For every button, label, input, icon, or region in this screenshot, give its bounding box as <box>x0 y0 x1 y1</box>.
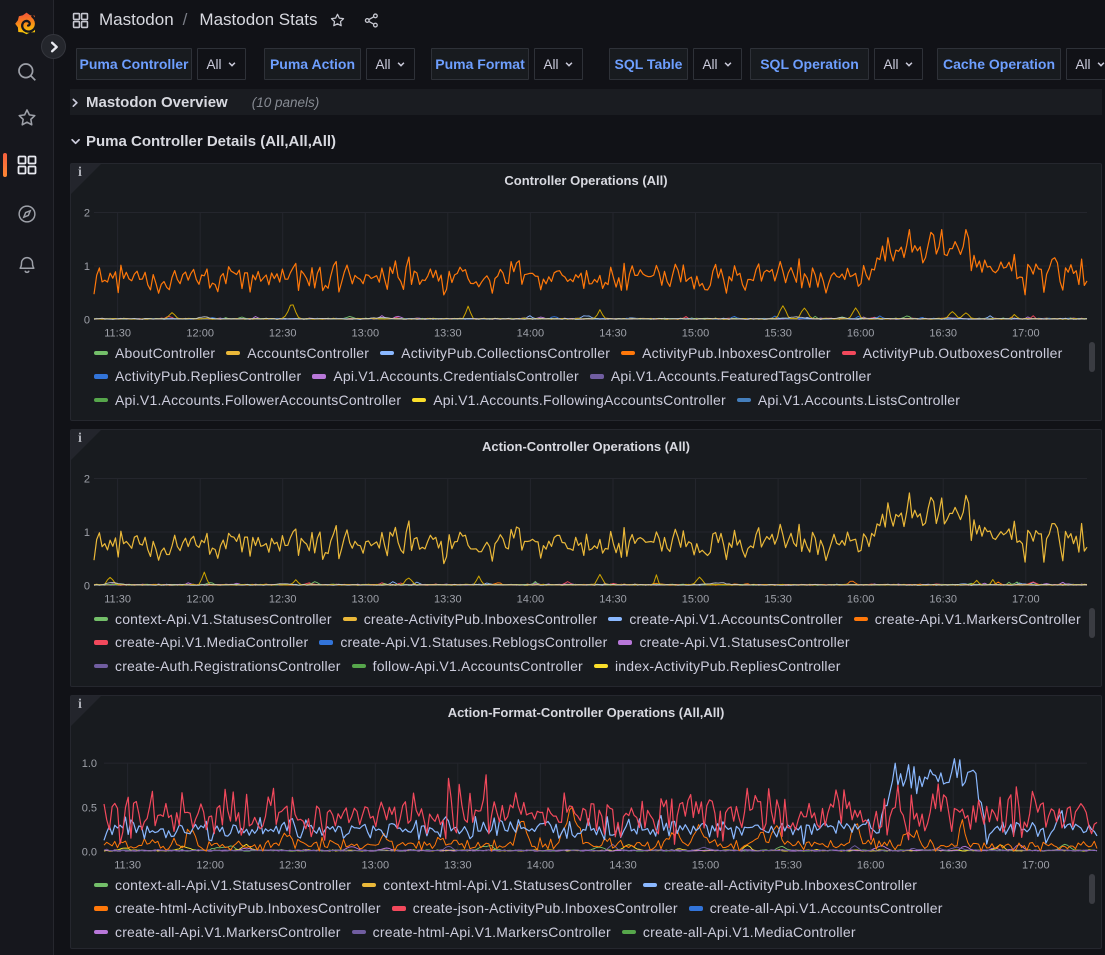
svg-text:16:00: 16:00 <box>857 860 885 872</box>
svg-text:17:00: 17:00 <box>1012 594 1040 606</box>
svg-text:0: 0 <box>84 315 90 327</box>
svg-text:1.0: 1.0 <box>82 758 97 770</box>
svg-text:13:00: 13:00 <box>352 594 380 606</box>
svg-text:15:30: 15:30 <box>764 328 792 340</box>
svg-text:15:30: 15:30 <box>764 594 792 606</box>
svg-text:13:00: 13:00 <box>362 860 390 872</box>
svg-text:12:30: 12:30 <box>279 860 307 872</box>
svg-text:13:30: 13:30 <box>434 594 462 606</box>
svg-text:11:30: 11:30 <box>114 860 141 872</box>
svg-text:15:00: 15:00 <box>682 328 710 340</box>
svg-text:14:30: 14:30 <box>599 328 627 340</box>
svg-text:11:30: 11:30 <box>104 328 131 340</box>
svg-text:16:00: 16:00 <box>847 328 875 340</box>
svg-text:15:00: 15:00 <box>692 860 720 872</box>
svg-text:0.0: 0.0 <box>82 847 97 859</box>
svg-text:0: 0 <box>84 581 90 593</box>
svg-text:14:30: 14:30 <box>599 594 627 606</box>
svg-text:16:30: 16:30 <box>929 594 957 606</box>
svg-text:14:30: 14:30 <box>609 860 637 872</box>
svg-text:12:30: 12:30 <box>269 328 297 340</box>
svg-text:12:30: 12:30 <box>269 594 297 606</box>
svg-text:14:00: 14:00 <box>527 860 555 872</box>
svg-text:11:30: 11:30 <box>104 594 131 606</box>
svg-text:13:30: 13:30 <box>444 860 472 872</box>
svg-text:16:00: 16:00 <box>847 594 875 606</box>
svg-text:14:00: 14:00 <box>517 594 545 606</box>
svg-text:15:00: 15:00 <box>682 594 710 606</box>
svg-text:1: 1 <box>84 527 90 539</box>
svg-text:15:30: 15:30 <box>774 860 802 872</box>
svg-text:17:00: 17:00 <box>1022 860 1050 872</box>
svg-text:12:00: 12:00 <box>186 594 214 606</box>
svg-text:2: 2 <box>84 208 90 220</box>
svg-text:0.5: 0.5 <box>82 802 97 814</box>
svg-text:13:30: 13:30 <box>434 328 462 340</box>
svg-text:14:00: 14:00 <box>517 328 545 340</box>
svg-text:2: 2 <box>84 474 90 486</box>
svg-text:1: 1 <box>84 261 90 273</box>
svg-text:16:30: 16:30 <box>939 860 967 872</box>
svg-text:12:00: 12:00 <box>186 328 214 340</box>
svg-text:12:00: 12:00 <box>196 860 224 872</box>
svg-text:17:00: 17:00 <box>1012 328 1040 340</box>
svg-text:16:30: 16:30 <box>929 328 957 340</box>
svg-text:13:00: 13:00 <box>352 328 380 340</box>
